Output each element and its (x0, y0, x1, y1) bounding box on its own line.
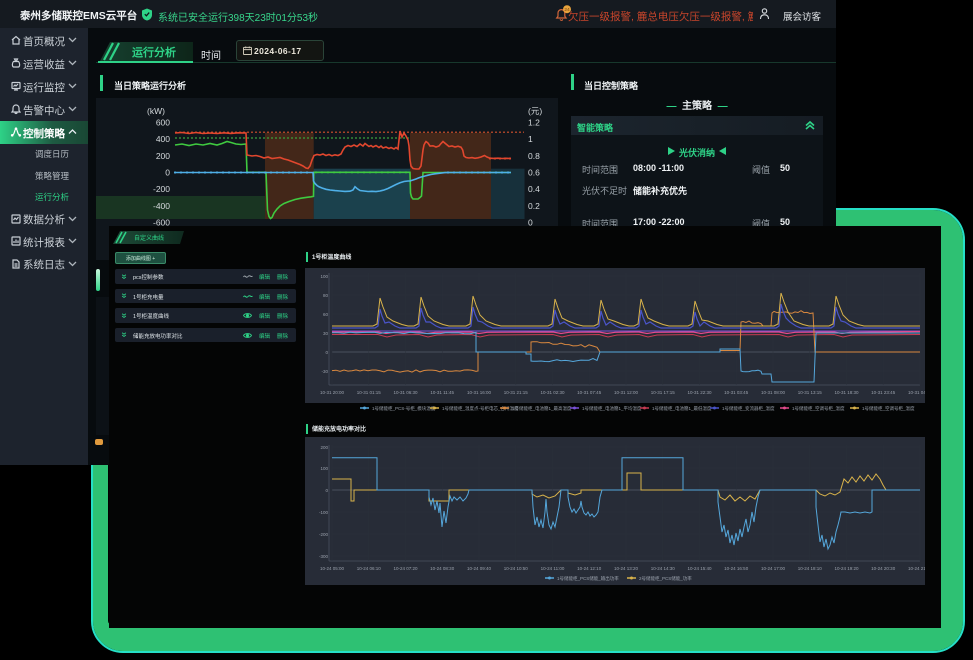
svg-text:10-31 12:00: 10-31 12:00 (614, 390, 639, 395)
svg-text:10-31 04:00: 10-31 04:00 (908, 390, 925, 395)
svg-text:10-24 12:10: 10-24 12:10 (577, 566, 602, 571)
svg-text:10-24 19:20: 10-24 19:20 (834, 566, 859, 571)
svg-text:10-24 08:30: 10-24 08:30 (430, 566, 455, 571)
svg-text:10-31 22:30: 10-31 22:30 (687, 390, 712, 395)
svg-text:10-24 13:20: 10-24 13:20 (614, 566, 639, 571)
svg-text:100: 100 (320, 466, 328, 471)
svg-text:600: 600 (156, 118, 170, 128)
svg-text:400: 400 (156, 134, 170, 144)
svg-text:80: 80 (323, 293, 329, 298)
svg-text:1号储能柜_PCS储能_输出功率: 1号储能柜_PCS储能_输出功率 (557, 575, 619, 582)
svg-text:10-31 08:00: 10-31 08:00 (761, 390, 786, 395)
svg-text:10-24 09:40: 10-24 09:40 (467, 566, 492, 571)
svg-text:2号储能柜_PCS储能_功率: 2号储能柜_PCS储能_功率 (639, 575, 692, 582)
svg-text:0: 0 (165, 168, 170, 178)
svg-text:10-24 06:10: 10-24 06:10 (357, 566, 382, 571)
svg-text:10-31 18:30: 10-31 18:30 (834, 390, 859, 395)
svg-text:-30: -30 (321, 369, 328, 374)
svg-text:1号储能柜_PCS-号柜_模块温度: 1号储能柜_PCS-号柜_模块温度 (372, 405, 436, 412)
svg-text:10-31 03:45: 10-31 03:45 (724, 390, 749, 395)
svg-text:200: 200 (156, 151, 170, 161)
svg-text:-400: -400 (153, 201, 170, 211)
svg-text:10-24 17:00: 10-24 17:00 (761, 566, 786, 571)
svg-text:1号储能柜_电池簡1_最低温度: 1号储能柜_电池簡1_最低温度 (652, 405, 712, 412)
svg-text:(元): (元) (528, 106, 542, 116)
svg-text:0.6: 0.6 (528, 168, 540, 178)
svg-text:10-31 23:45: 10-31 23:45 (871, 390, 896, 395)
svg-text:1.2: 1.2 (528, 118, 540, 128)
svg-text:10-24 07:20: 10-24 07:20 (393, 566, 418, 571)
svg-text:10-31 07:45: 10-31 07:45 (577, 390, 602, 395)
svg-text:-200: -200 (319, 532, 329, 537)
svg-text:运行分析: 运行分析 (132, 45, 176, 59)
svg-text:200: 200 (320, 445, 328, 450)
svg-text:1号储能柜_电池簡1_最高温度: 1号储能柜_电池簡1_最高温度 (512, 405, 572, 412)
svg-text:10-31 20:00: 10-31 20:00 (320, 390, 345, 395)
svg-text:10-24 21:40: 10-24 21:40 (908, 566, 925, 571)
svg-text:0.2: 0.2 (528, 201, 540, 211)
svg-text:10-31 11:45: 10-31 11:45 (430, 390, 454, 395)
svg-text:10-24 18:10: 10-24 18:10 (798, 566, 823, 571)
svg-text:10-31 01:15: 10-31 01:15 (357, 390, 382, 395)
svg-text:0.8: 0.8 (528, 151, 540, 161)
svg-text:10-24 15:40: 10-24 15:40 (687, 566, 712, 571)
svg-text:30: 30 (323, 331, 329, 336)
svg-text:10-24 16:50: 10-24 16:50 (724, 566, 749, 571)
svg-text:10-24 11:00: 10-24 11:00 (541, 566, 565, 571)
svg-text:自定义曲线: 自定义曲线 (134, 234, 164, 242)
svg-text:(kW): (kW) (147, 106, 165, 116)
svg-text:10-31 21:15: 10-31 21:15 (504, 390, 529, 395)
svg-text:-300: -300 (319, 554, 329, 559)
svg-text:10-31 16:00: 10-31 16:00 (467, 390, 492, 395)
svg-text:1号储能柜_变流器柜_温度: 1号储能柜_变流器柜_温度 (722, 405, 775, 412)
svg-text:60: 60 (323, 312, 329, 317)
svg-text:-200: -200 (153, 184, 170, 194)
svg-text:0.4: 0.4 (528, 184, 540, 194)
svg-text:10-24 05:00: 10-24 05:00 (320, 566, 345, 571)
svg-text:1号储能柜_空调号柜_温度: 1号储能柜_空调号柜_温度 (792, 405, 845, 412)
svg-text:10-24 20:30: 10-24 20:30 (871, 566, 896, 571)
svg-text:-100: -100 (319, 510, 329, 515)
svg-text:10-24 10:50: 10-24 10:50 (504, 566, 529, 571)
svg-text:1: 1 (528, 134, 533, 144)
svg-text:1号储能柜_空调号柜_温度: 1号储能柜_空调号柜_温度 (862, 405, 915, 412)
svg-text:10-31 13:15: 10-31 13:15 (798, 390, 823, 395)
svg-text:100: 100 (320, 274, 328, 279)
svg-text:10-24 14:30: 10-24 14:30 (651, 566, 676, 571)
svg-text:10-31 17:15: 10-31 17:15 (651, 390, 676, 395)
svg-text:10-31 06:30: 10-31 06:30 (393, 390, 418, 395)
svg-text:10-31 02:30: 10-31 02:30 (540, 390, 565, 395)
svg-text:1号储能柜_电池簡1_平均温度: 1号储能柜_电池簡1_平均温度 (582, 405, 642, 412)
